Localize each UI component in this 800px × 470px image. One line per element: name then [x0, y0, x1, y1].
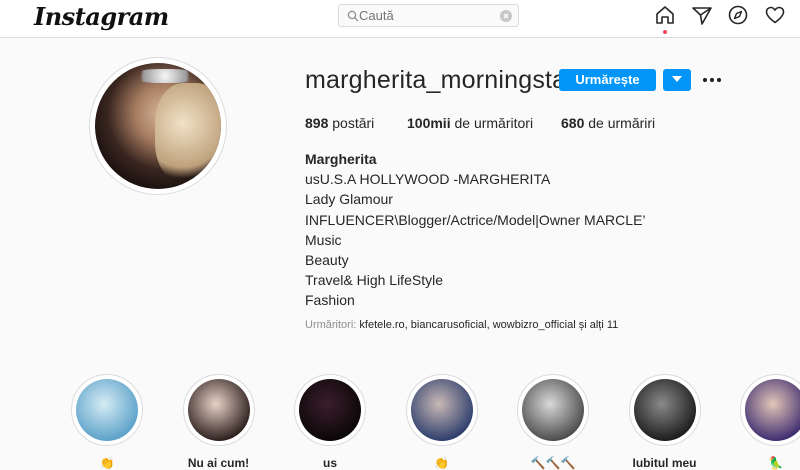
notification-dot [663, 30, 667, 34]
bio-line: usU.S.A HOLLYWOOD -MARGHERITA [305, 171, 551, 188]
search-box[interactable] [338, 4, 519, 27]
story-highlight[interactable] [740, 374, 800, 446]
story-highlight[interactable] [182, 374, 255, 446]
posts-label: postări [332, 115, 375, 131]
story-highlight[interactable] [628, 374, 701, 446]
home-icon[interactable] [654, 4, 676, 26]
followed-by-line[interactable]: Urmăritori: kfetele.ro, biancarusoficial… [305, 319, 618, 331]
more-options-icon[interactable] [702, 77, 722, 83]
highlight-cover [522, 379, 584, 441]
highlight-label[interactable]: 🦜 [726, 456, 800, 470]
bio-line: Beauty [305, 252, 349, 269]
clear-search-button[interactable] [500, 10, 512, 22]
bio-line: INFLUENCER\Blogger/Actrice/Model|Owner M… [305, 211, 646, 228]
close-icon [503, 13, 509, 19]
highlight-label[interactable]: 👏 [57, 456, 157, 470]
highlight-label[interactable]: 🔨🔨🔨 [503, 456, 603, 470]
direct-icon[interactable] [691, 4, 713, 26]
highlight-cover [76, 379, 138, 441]
highlight-label[interactable]: Nu ai cum! [169, 456, 269, 470]
highlight-cover [299, 379, 361, 441]
triangle-down-icon [672, 76, 682, 82]
activity-heart-icon[interactable] [764, 4, 786, 26]
avatar-crown [135, 69, 195, 83]
following-stat[interactable]: 680 de urmăriri [561, 115, 655, 131]
highlight-cover [745, 379, 800, 441]
search-input[interactable] [359, 7, 499, 24]
avatar-hair [155, 83, 221, 183]
instagram-logo[interactable]: Instagram [34, 2, 169, 31]
story-highlight[interactable] [517, 374, 589, 446]
follow-button[interactable]: Urmărește [559, 69, 656, 91]
highlight-cover [187, 379, 250, 441]
highlight-cover [410, 379, 473, 441]
followed-by-names: kfetele.ro, biancarusoficial, wowbizro_o… [359, 319, 576, 331]
story-highlight[interactable] [294, 374, 366, 446]
highlight-label[interactable]: Iubitul meu [615, 456, 715, 470]
profile-bio: Margherita usU.S.A HOLLYWOOD -MARGHERITA… [305, 149, 646, 311]
highlight-label[interactable]: us [280, 456, 380, 470]
followed-by-prefix: Urmăritori: [305, 319, 357, 331]
followers-count: 100mii [407, 115, 451, 131]
posts-stat: 898 postări [305, 115, 374, 131]
search-icon [347, 10, 359, 22]
bio-line: Fashion [305, 292, 355, 309]
top-navigation-bar: Instagram [0, 0, 800, 38]
profile-avatar[interactable] [95, 63, 221, 189]
bio-name: Margherita [305, 151, 377, 167]
story-highlight[interactable] [71, 374, 143, 446]
suggestions-dropdown-button[interactable] [663, 69, 691, 91]
story-highlight[interactable] [405, 374, 478, 446]
highlight-label[interactable]: 👏 [392, 456, 492, 470]
bio-line: Lady Glamour [305, 191, 393, 208]
followed-by-others: și alți 11 [578, 319, 619, 331]
explore-icon[interactable] [727, 4, 749, 26]
followers-stat[interactable]: 100mii de urmăritori [407, 115, 533, 131]
bio-line: Travel& High LifeStyle [305, 272, 443, 289]
highlight-cover [633, 379, 696, 441]
bio-line: Music [305, 231, 342, 248]
followers-label: de urmăritori [454, 115, 534, 131]
posts-count: 898 [305, 115, 329, 131]
following-label: de urmăriri [588, 115, 656, 131]
profile-username: margherita_morningstar [305, 66, 575, 94]
following-count: 680 [561, 115, 585, 131]
